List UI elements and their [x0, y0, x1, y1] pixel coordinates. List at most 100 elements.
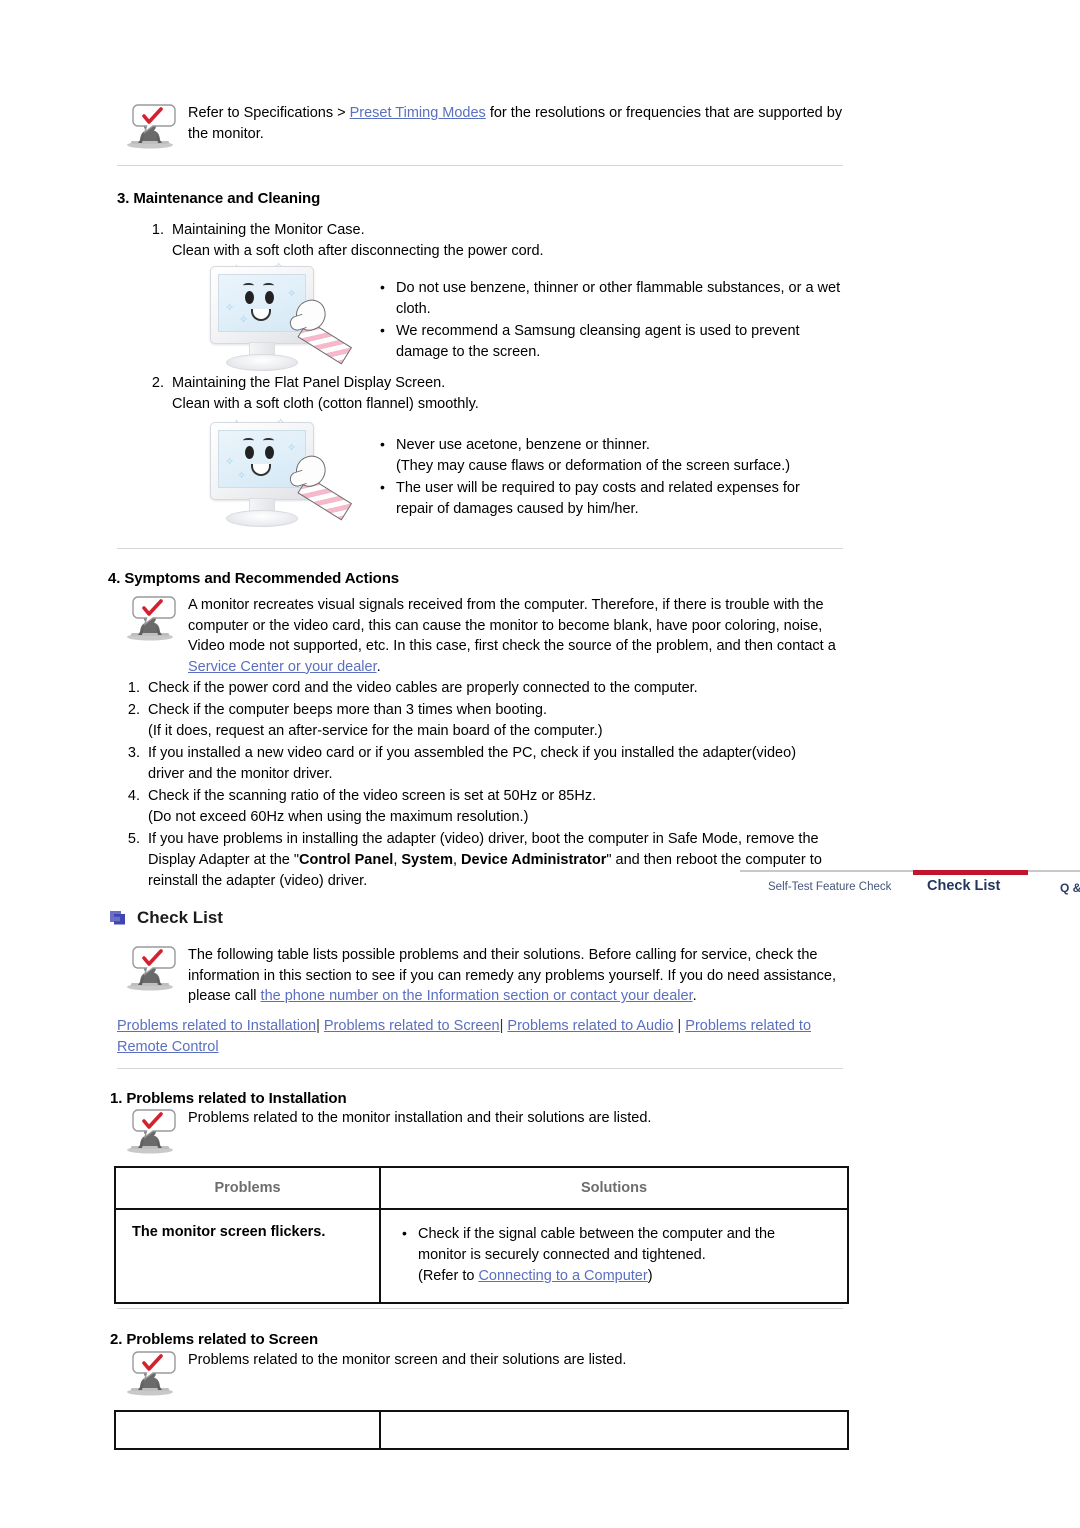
note-person-check-icon [122, 592, 178, 642]
face-brow [243, 438, 254, 443]
link-problems-audio[interactable]: Problems related to Audio [507, 1018, 673, 1034]
face-brow [263, 283, 274, 288]
list-item: 1. Check if the power cord and the video… [116, 678, 856, 699]
problem-category-links: Problems related to Installation | Proble… [117, 1016, 837, 1058]
face-brow [263, 438, 274, 443]
monitor-base [226, 510, 298, 527]
bullet-line2: repair of damages caused by him/her. [396, 501, 639, 518]
tab-q-and-a[interactable]: Q & A [1060, 881, 1080, 895]
face-mouth [251, 309, 271, 321]
preset-timing-modes-link[interactable]: Preset Timing Modes [350, 105, 486, 121]
bullet-item: The user will be required to pay costs a… [377, 477, 847, 520]
solution-line3-post: ) [647, 1268, 653, 1285]
monitor-cleaning-illustration-2: ✧ ✧ ✧ ✧ ✧ ✧ [196, 418, 356, 527]
divider-2 [117, 548, 843, 549]
bullet-line2: (They may cause flaws or deformation of … [396, 458, 791, 475]
list-item-line1: Check if the computer beeps more than 3 … [148, 702, 547, 719]
tab-self-test-feature-check[interactable]: Self-Test Feature Check [768, 881, 891, 893]
tab-bar-topline [740, 870, 1080, 872]
list-item: 3. If you installed a new video card or … [116, 743, 856, 785]
maintenance-bullets-2: Never use acetone, benzene or thinner. (… [377, 434, 847, 521]
table-row [114, 1410, 849, 1450]
symptoms-note-before: A monitor recreates visual signals recei… [188, 597, 836, 655]
note-person-check-icon [122, 1105, 178, 1155]
service-center-link[interactable]: Service Center or your dealer [188, 659, 377, 675]
table-cell-solution [379, 1410, 849, 1450]
tab-check-list[interactable]: Check List [927, 878, 1000, 894]
symptoms-note-text: A monitor recreates visual signals recei… [188, 592, 852, 677]
check-list-heading: Check List [110, 908, 223, 928]
list-item-line2: (If it does, request an after-service fo… [148, 723, 603, 740]
link-problems-installation[interactable]: Problems related to Installation [117, 1018, 316, 1034]
list-item-line1: Check if the power cord and the video ca… [148, 680, 698, 696]
bullet-line1: Never use acetone, benzene or thinner. [396, 437, 650, 453]
list-item-number: 2. [151, 375, 164, 391]
table-cell-solution: Check if the signal cable between the co… [379, 1207, 849, 1305]
sparkle-icon: ✧ [239, 314, 249, 326]
note-person-check-icon [122, 100, 178, 150]
step5-bold-device-administrator: Device Administrator [461, 852, 607, 869]
bullet-item: Never use acetone, benzene or thinner. (… [377, 434, 847, 477]
list-item-line2: driver and the monitor driver. [148, 766, 333, 783]
list-item-line1: Check if the scanning ratio of the video… [148, 788, 597, 805]
problem-2-note: Problems related to the monitor screen a… [122, 1347, 852, 1397]
connecting-to-computer-link[interactable]: Connecting to a Computer [478, 1268, 647, 1284]
list-item-line2: Clean with a soft cloth after disconnect… [172, 243, 544, 260]
list-item-number: 3. [127, 745, 140, 762]
check-list-note-text: The following table lists possible probl… [188, 942, 852, 1007]
list-item-line2: (Do not exceed 60Hz when using the maxim… [148, 809, 529, 826]
top-note: Refer to Specifications > Preset Timing … [122, 100, 852, 150]
face-brow [243, 283, 254, 288]
problem-2-note-text: Problems related to the monitor screen a… [188, 1352, 627, 1368]
symptoms-note: A monitor recreates visual signals recei… [122, 592, 852, 677]
bullet-item: We recommend a Samsung cleansing agent i… [377, 320, 847, 363]
problems-table-1: Problems Solutions The monitor screen fl… [114, 1166, 849, 1305]
check-list-note-after: . [692, 988, 697, 1005]
page-title: Check List [137, 908, 223, 927]
problem-2-title: 2. Problems related to Screen [110, 1331, 319, 1348]
list-item-number: 1. [127, 680, 140, 696]
top-note-text-before: Refer to Specifications > [188, 105, 350, 121]
list-item-number: 2. [127, 702, 140, 719]
list-item: 2. Maintaining the Flat Panel Display Sc… [140, 373, 850, 415]
link-problems-screen[interactable]: Problems related to Screen [324, 1018, 500, 1034]
list-item: 4. Check if the scanning ratio of the vi… [116, 786, 856, 828]
list-item-line1: Maintaining the Flat Panel Display Scree… [172, 375, 446, 391]
note-person-check-icon [122, 942, 178, 992]
divider-3 [117, 1068, 843, 1069]
solution-line3-pre: (Refer to [418, 1268, 479, 1285]
table-header-problems: Problems [114, 1166, 381, 1210]
table-header-solutions: Solutions [379, 1166, 849, 1210]
link-separator: | [499, 1018, 504, 1034]
step5-bold-control-panel: Control Panel [299, 852, 394, 869]
problems-table-2 [114, 1410, 849, 1450]
maintenance-bullets-1: Do not use benzene, thinner or other fla… [377, 277, 847, 364]
step5-mid2: , [452, 852, 462, 869]
face-eye [265, 291, 274, 304]
face-eye [245, 446, 254, 459]
tab-bar: Self-Test Feature Check Check List Q & A [740, 870, 1080, 904]
phone-number-information-link[interactable]: the phone number on the Information sect… [261, 988, 693, 1004]
table-cell-problem [114, 1410, 381, 1450]
link-separator: | [677, 1018, 682, 1034]
top-note-text: Refer to Specifications > Preset Timing … [188, 100, 852, 144]
face-eye [265, 446, 274, 459]
section-4-title: 4. Symptoms and Recommended Actions [108, 570, 400, 587]
step5-bold-system: System [401, 852, 453, 869]
sparkle-icon: ✧ [225, 456, 235, 468]
solution-line1: Check if the signal cable between the co… [418, 1226, 776, 1242]
list-item-line2: Clean with a soft cloth (cotton flannel)… [172, 396, 479, 413]
table-cell-problem: The monitor screen flickers. [114, 1207, 381, 1305]
section-3-title: 3. Maintenance and Cleaning [117, 190, 321, 207]
problem-1-note: Problems related to the monitor installa… [122, 1105, 852, 1155]
list-item-line1: If you installed a new video card or if … [148, 745, 797, 762]
face-mouth [251, 464, 271, 476]
divider-1 [117, 165, 843, 166]
monitor-base [226, 354, 298, 371]
symptoms-steps: 1. Check if the power cord and the video… [116, 678, 856, 893]
active-tab-indicator [913, 870, 1028, 875]
list-item-number: 5. [127, 831, 140, 848]
list-item-line1: Maintaining the Monitor Case. [172, 222, 365, 238]
check-list-note: The following table lists possible probl… [122, 942, 852, 1007]
solution-line2: monitor is securely connected and tighte… [418, 1247, 706, 1264]
